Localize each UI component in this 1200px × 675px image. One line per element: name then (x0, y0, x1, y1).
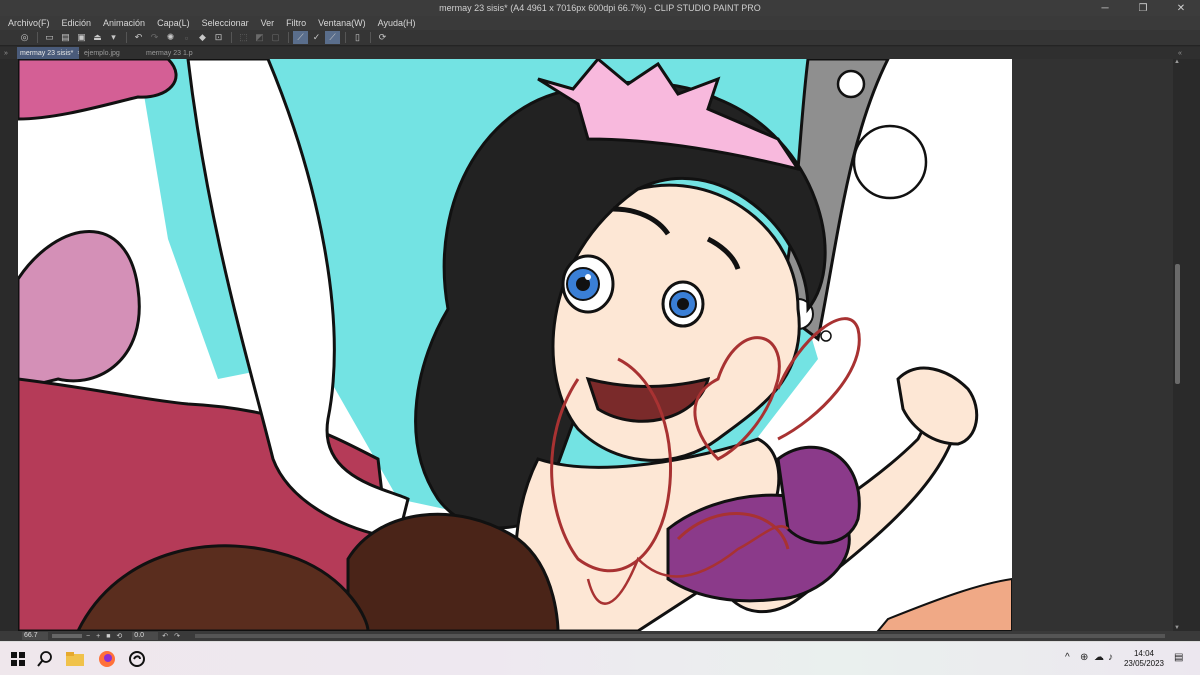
invert-selection-icon[interactable]: ◩ (252, 31, 267, 44)
command-bar: ◎ ▭ ▤ ▣ ⏏ ▾ ↶ ↷ ✺ ▫ ◆ ⊡ ⬚ ◩ ▢ ⟋ ✓ ⟋ ▯ ⟳ (0, 30, 1200, 46)
rotation-field[interactable]: 0.0 (132, 632, 159, 640)
new-file-icon[interactable]: ▭ (42, 31, 57, 44)
maximize-button[interactable]: ❐ (1124, 0, 1162, 16)
separator (370, 32, 371, 43)
close-tab-icon[interactable]: × (77, 50, 79, 57)
network-icon[interactable]: ⊕ (1080, 652, 1088, 663)
clip-studio-taskbar-icon[interactable] (125, 648, 149, 670)
tabs-overflow-icon[interactable]: » (1, 47, 15, 59)
tray-chevron-icon[interactable]: ^ (1065, 652, 1070, 663)
windows-taskbar: ^ ⊕ ☁ ♪ 14:04 23/05/2023 ▤ (0, 641, 1200, 675)
separator (288, 32, 289, 43)
tab-mermay-23-1[interactable]: mermay 23 1.p (143, 47, 197, 59)
file-explorer-icon[interactable] (63, 648, 87, 670)
window-controls: ─ ❐ ✕ (1086, 0, 1200, 16)
redo-icon[interactable]: ↷ (147, 31, 162, 44)
title-bar: mermay 23 sisis* (A4 4961 x 7016px 600dp… (0, 0, 1200, 16)
close-button[interactable]: ✕ (1162, 0, 1200, 16)
companion-icon[interactable]: ⟳ (375, 31, 390, 44)
left-dock (0, 59, 18, 631)
menu-ver[interactable]: Ver (261, 18, 275, 28)
clip-studio-icon[interactable]: ◎ (17, 31, 32, 44)
separator (345, 32, 346, 43)
separator (231, 32, 232, 43)
ruler-snap-icon[interactable]: ⟋ (293, 31, 308, 44)
volume-icon[interactable]: ♪ (1108, 652, 1113, 663)
search-icon[interactable] (33, 648, 57, 670)
vertical-scrollbar[interactable]: ▲ ▼ (1173, 59, 1200, 637)
fit-icon[interactable]: ■ (106, 633, 110, 640)
menu-bar: Archivo(F) Edición Animación Capa(L) Sel… (0, 16, 1200, 30)
menu-seleccionar[interactable]: Seleccionar (202, 18, 249, 28)
tab-mermay-23-sisis[interactable]: mermay 23 sisis*× (17, 47, 79, 59)
tab-ejemplo[interactable]: ejemplo.jpg (81, 47, 141, 59)
start-windows-icon[interactable] (6, 648, 30, 670)
status-bar: 66.7 − + ■ ⟲ 0.0 ↶ ↷ (0, 631, 1200, 641)
pen-pressure-icon[interactable]: ✓ (309, 31, 324, 44)
scrollbar-thumb[interactable] (1175, 264, 1180, 384)
export-icon[interactable]: ⏏ (90, 31, 105, 44)
notifications-icon[interactable]: ▤ (1174, 652, 1183, 663)
onedrive-icon[interactable]: ☁ (1094, 652, 1104, 663)
canvas-pasteboard (1012, 59, 1173, 631)
menu-edicion[interactable]: Edición (62, 18, 92, 28)
menu-capa[interactable]: Capa(L) (157, 18, 190, 28)
minimize-button[interactable]: ─ (1086, 0, 1124, 16)
undo-icon[interactable]: ↶ (131, 31, 146, 44)
menu-filtro[interactable]: Filtro (286, 18, 306, 28)
clock-date: 23/05/2023 (1123, 659, 1165, 668)
menu-ayuda[interactable]: Ayuda(H) (378, 18, 416, 28)
rotate-left-icon[interactable]: ↶ (162, 632, 168, 640)
zoom-in-icon[interactable]: + (96, 633, 100, 640)
menu-ventana[interactable]: Ventana(W) (318, 18, 366, 28)
drawing-canvas[interactable] (18, 59, 1012, 631)
clock-time: 14:04 (1133, 649, 1155, 658)
deselect-icon[interactable]: ⬚ (236, 31, 251, 44)
document-tabs: » mermay 23 sisis*× ejemplo.jpg mermay 2… (0, 47, 1200, 59)
loading-icon[interactable]: ✺ (163, 31, 178, 44)
window-title: mermay 23 sisis* (A4 4961 x 7016px 600dp… (439, 3, 761, 13)
open-icon[interactable]: ▤ (58, 31, 73, 44)
scroll-up-icon[interactable]: ▲ (1174, 59, 1180, 65)
crop-icon[interactable]: ▢ (268, 31, 283, 44)
device-icon[interactable]: ▯ (350, 31, 365, 44)
fill-icon[interactable]: ◆ (195, 31, 210, 44)
zoom-field[interactable]: 66.7 (22, 632, 48, 640)
separator (37, 32, 38, 43)
clip-studio-window: mermay 23 sisis* (A4 4961 x 7016px 600dp… (0, 0, 1200, 675)
taskbar-clock[interactable]: 14:04 23/05/2023 (1122, 649, 1166, 669)
dropdown-chevron-icon[interactable]: ▾ (106, 31, 121, 44)
menu-archivo[interactable]: Archivo(F) (8, 18, 50, 28)
artwork-illustration (18, 59, 1012, 631)
rotate-icon[interactable]: ⟲ (116, 632, 122, 640)
firefox-icon[interactable] (95, 648, 119, 670)
horizontal-scrollbar[interactable] (195, 634, 1165, 638)
transform-icon[interactable]: ⊡ (211, 31, 226, 44)
clear-icon[interactable]: ▫ (179, 31, 194, 44)
separator (126, 32, 127, 43)
stabilizer-icon[interactable]: ⟋ (325, 31, 340, 44)
tab-label: mermay 23 sisis* (20, 49, 74, 57)
zoom-out-icon[interactable]: − (86, 633, 90, 640)
rotate-right-icon[interactable]: ↷ (174, 632, 180, 640)
zoom-slider[interactable] (52, 634, 82, 638)
menu-animacion[interactable]: Animación (103, 18, 145, 28)
tab-label: mermay 23 1.p (146, 49, 193, 57)
tab-label: ejemplo.jpg (84, 49, 120, 57)
save-icon[interactable]: ▣ (74, 31, 89, 44)
panel-expand-icon[interactable]: « (1175, 47, 1189, 59)
